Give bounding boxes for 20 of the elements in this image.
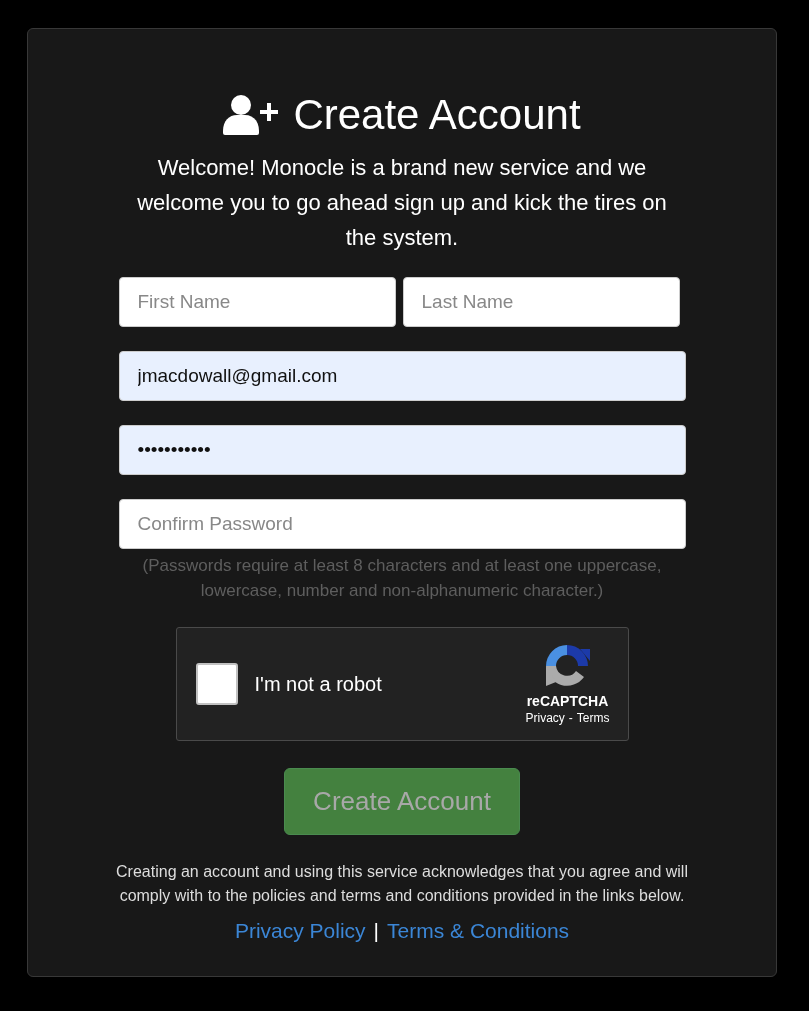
terms-notice: Creating an account and using this service acknowledges that you agree and will comply with to the policies and terms and conditions provided in the links below. <box>115 862 689 906</box>
separator-text: - <box>568 711 573 725</box>
recaptcha-brand: reCAPTCHA <box>526 693 609 709</box>
input-field[interactable]: Last Name <box>402 277 680 327</box>
welcome-text: Welcome! Monocle is a brand new service and we welcome you to go ahead sign up and kick the tires on the system. <box>136 154 668 252</box>
add-user-icon <box>223 95 280 135</box>
input-field[interactable]: jmacdowall@gmail.com <box>118 351 686 401</box>
captcha-checkbox[interactable] <box>195 663 238 705</box>
link-separator: | <box>373 919 380 943</box>
recaptcha-logo-icon <box>544 643 591 689</box>
terms-link[interactable]: Terms <box>576 711 610 725</box>
page-title: Create Account <box>293 91 581 139</box>
footer-link[interactable]: Privacy Policy <box>234 919 366 943</box>
captcha-label: I'm not a robot <box>254 672 383 696</box>
footer-link[interactable]: Terms & Conditions <box>387 919 570 943</box>
privacy-link[interactable]: Privacy <box>525 711 565 725</box>
input-field[interactable]: ••••••••••• <box>118 425 686 475</box>
password-hint: (Passwords require at least 8 characters and at least one uppercase, lowercase, number and non-alphanumeric character.) <box>142 555 662 602</box>
input-field[interactable]: Confirm Password <box>118 499 686 549</box>
input-field[interactable]: First Name <box>118 277 396 327</box>
